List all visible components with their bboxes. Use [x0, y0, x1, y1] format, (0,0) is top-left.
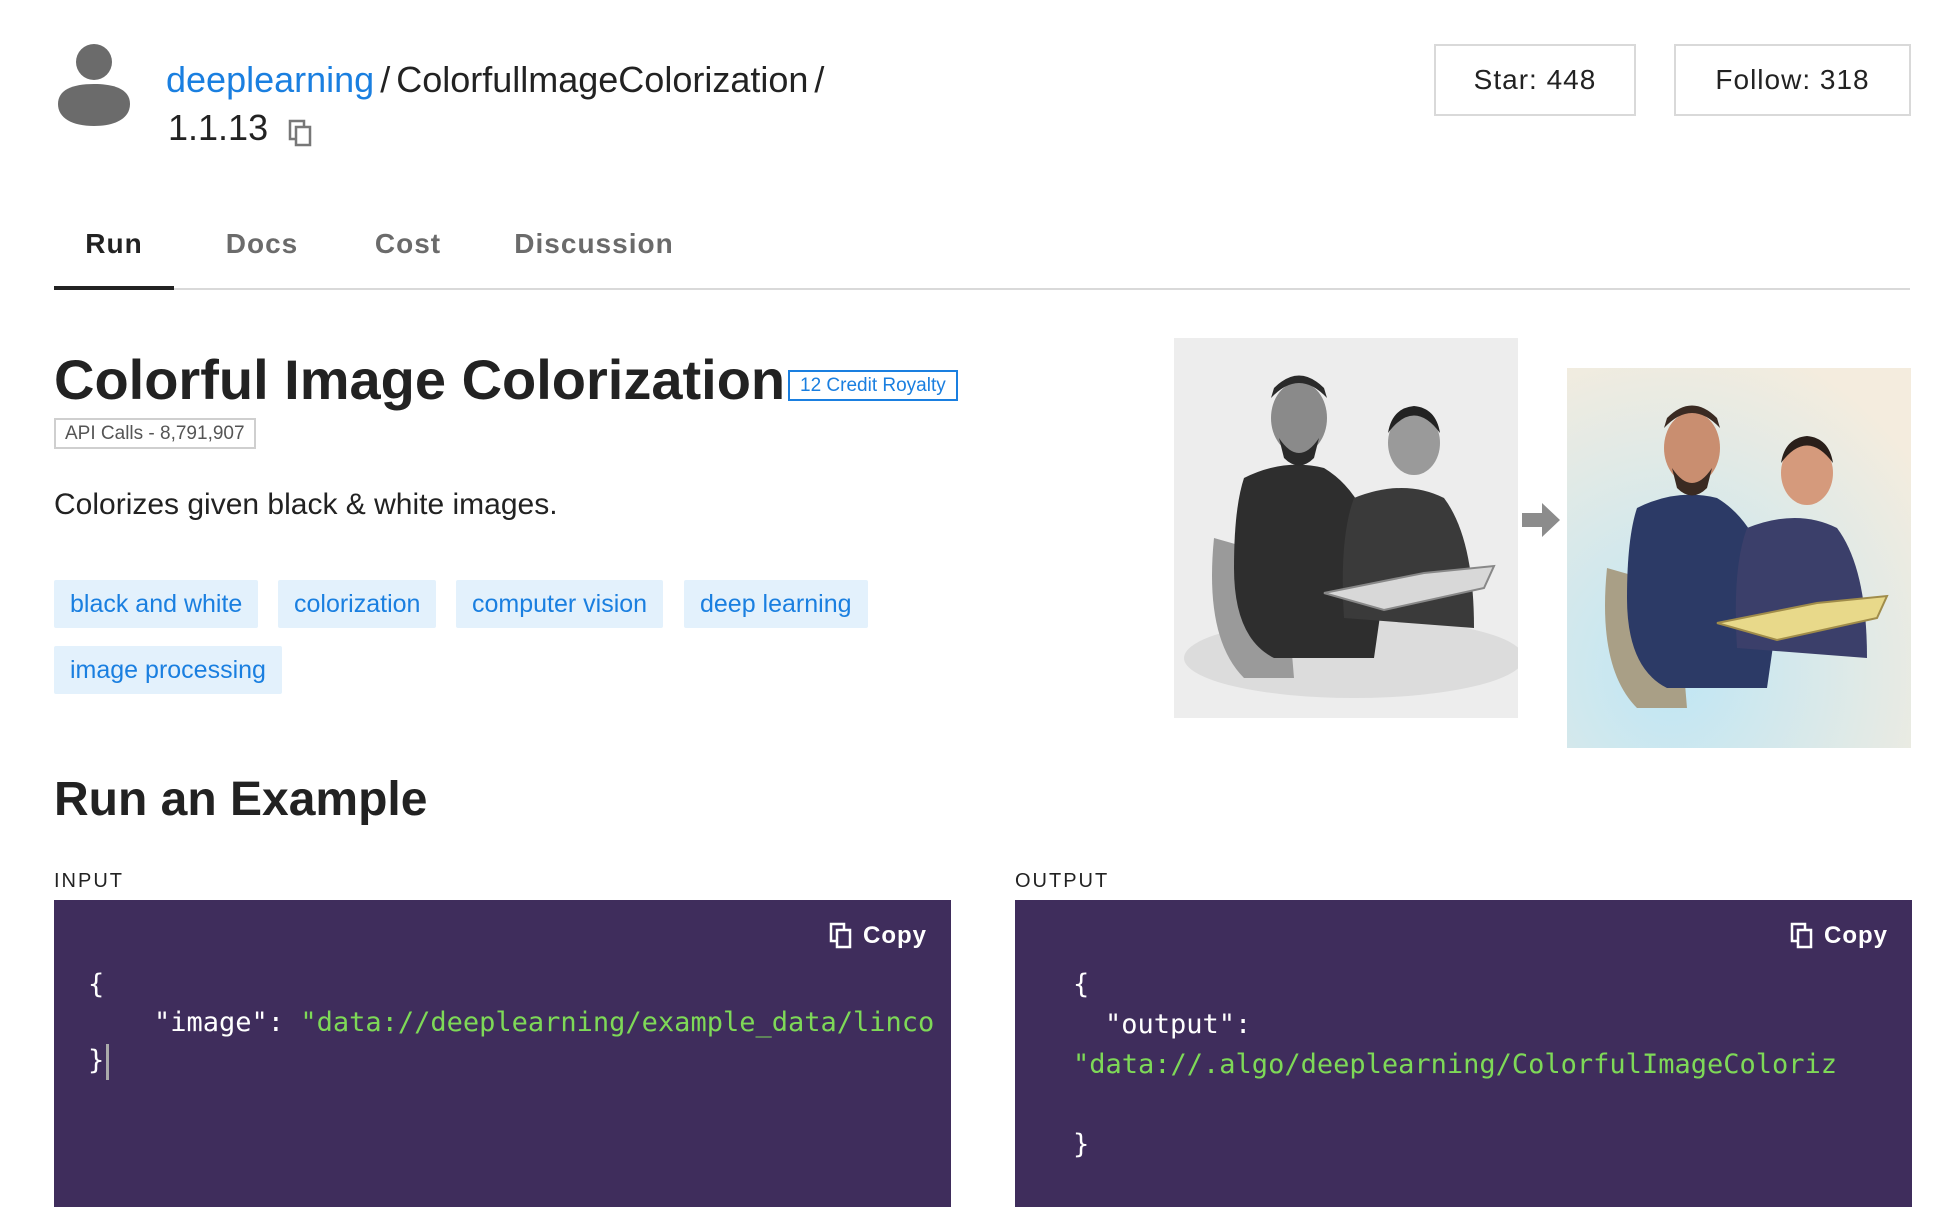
output-value: "data://.algo/deeplearning/ColorfulImage…: [1073, 1049, 1838, 1080]
version-label: 1.1.13: [168, 107, 269, 148]
input-key: "image": [154, 1007, 268, 1038]
algorithm-name: ColorfullmageColorization: [396, 59, 809, 100]
copy-icon: [1790, 922, 1813, 949]
tag-black-and-white[interactable]: black and white: [54, 580, 259, 628]
tag-computer-vision[interactable]: computer vision: [456, 580, 664, 628]
star-button[interactable]: Star: 448: [1434, 44, 1636, 116]
breadcrumb-separator: /: [814, 59, 825, 100]
version-row: 1.1.13: [168, 104, 314, 152]
follow-button[interactable]: Follow: 318: [1674, 44, 1911, 116]
algorithm-description: Colorizes given black & white images.: [54, 488, 558, 521]
text-cursor: [106, 1043, 110, 1080]
page-title: Colorful Image Colorization: [54, 348, 786, 411]
user-avatar-icon: [56, 42, 132, 126]
owner-link[interactable]: deeplearning: [166, 59, 374, 100]
copy-input-button[interactable]: Copy: [829, 922, 927, 950]
copy-icon: [829, 922, 852, 949]
tab-bar: Run Docs Cost Discussion: [54, 228, 1910, 290]
input-colon: :: [267, 1007, 301, 1038]
copy-icon[interactable]: [288, 113, 314, 147]
input-line: "image": "data://deeplearning/example_da…: [154, 1004, 934, 1042]
output-key: "output": [1105, 1009, 1236, 1040]
input-code-editor[interactable]: Copy { "image": "data://deeplearning/exa…: [54, 900, 951, 1207]
output-open-brace: {: [1073, 969, 1090, 1000]
copy-output-button[interactable]: Copy: [1790, 922, 1888, 950]
copy-label: Copy: [1824, 922, 1888, 949]
breadcrumb: deeplearning / ColorfullmageColorization /: [166, 56, 830, 104]
api-calls-badge: API Calls - 8,791,907: [54, 418, 256, 449]
tab-cost[interactable]: Cost: [368, 228, 448, 290]
output-key-line: "output":: [1105, 1006, 1251, 1044]
input-label: INPUT: [54, 870, 124, 892]
tag-image-processing[interactable]: image processing: [54, 646, 282, 694]
tab-docs[interactable]: Docs: [222, 228, 302, 290]
output-code-panel: Copy { "output": "data://.algo/deeplearn…: [1015, 900, 1912, 1207]
tag-colorization[interactable]: colorization: [278, 580, 437, 628]
tag-deep-learning[interactable]: deep learning: [684, 580, 868, 628]
input-close-brace: }: [88, 1045, 105, 1076]
royalty-badge: 12 Credit Royalty: [788, 370, 958, 401]
breadcrumb-separator: /: [380, 59, 391, 100]
run-example-heading: Run an Example: [54, 773, 428, 826]
arrow-right-icon: [1520, 500, 1562, 540]
input-open-brace: {: [88, 969, 105, 1000]
output-close-brace: }: [1073, 1129, 1090, 1160]
output-colon: :: [1235, 1009, 1252, 1040]
tab-run[interactable]: Run: [54, 228, 174, 290]
input-value: "data://deeplearning/example_data/linco: [300, 1007, 935, 1038]
colorized-example-image: [1567, 368, 1911, 748]
tab-discussion[interactable]: Discussion: [514, 228, 674, 290]
copy-label: Copy: [863, 922, 927, 949]
output-value-line: "data://.algo/deeplearning/ColorfulImage…: [1073, 1046, 1837, 1084]
input-close-line: }: [88, 1042, 110, 1080]
output-label: OUTPUT: [1015, 870, 1110, 892]
grayscale-example-image: [1174, 338, 1518, 718]
